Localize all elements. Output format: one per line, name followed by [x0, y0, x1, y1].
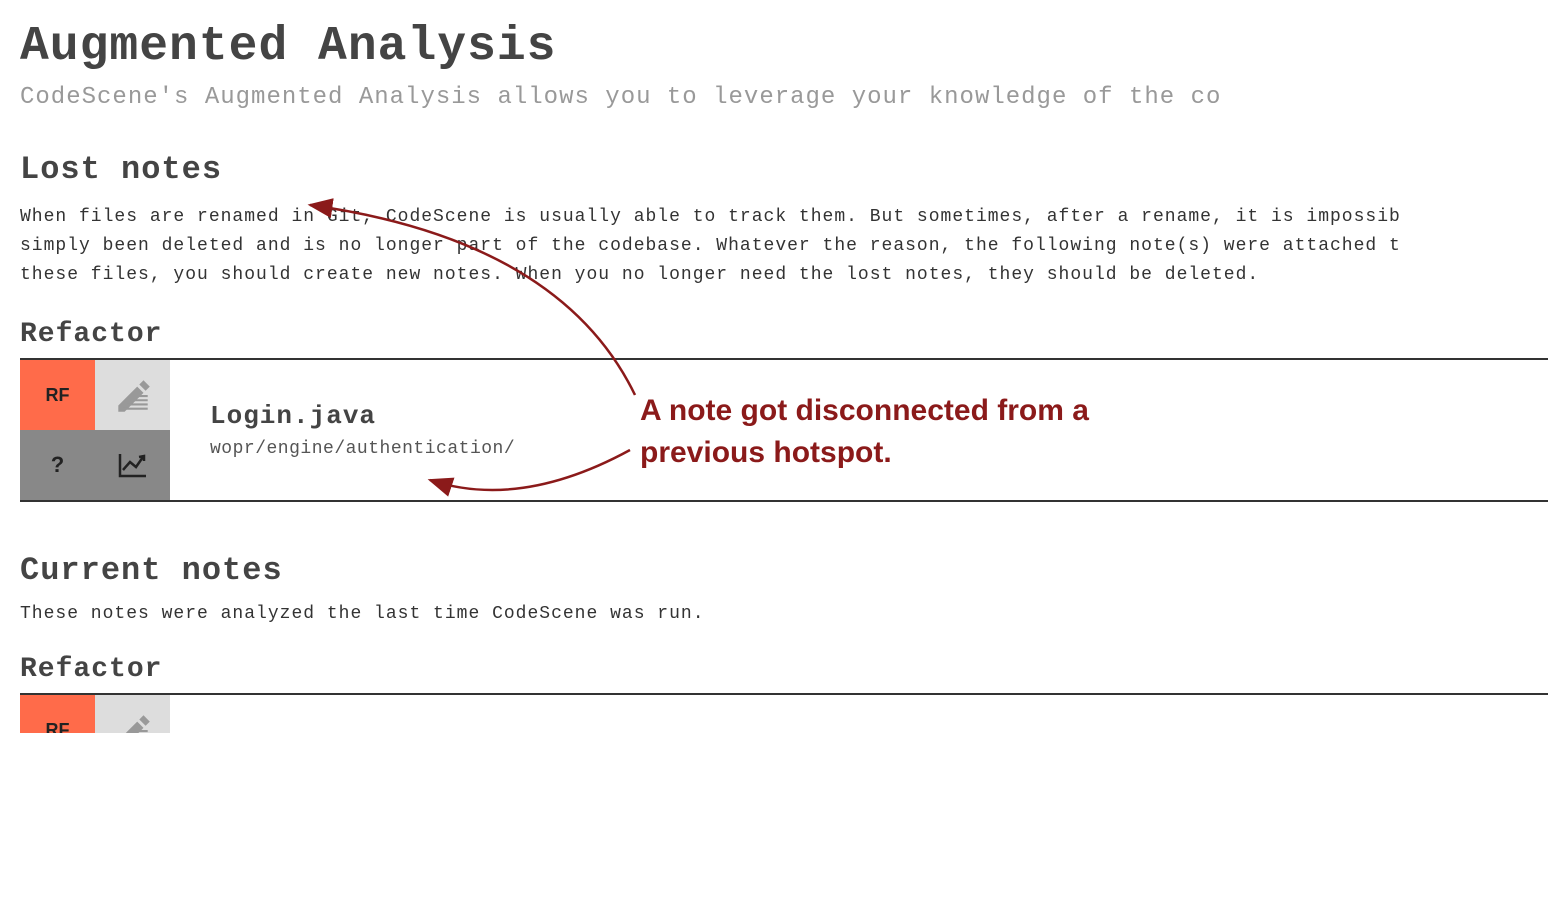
edit-icon — [112, 374, 154, 416]
file-name: Login.java — [210, 401, 515, 431]
file-path: wopr/engine/authentication/ — [210, 439, 515, 459]
page-subtitle: CodeScene's Augmented Analysis allows yo… — [20, 84, 1548, 111]
edit-button[interactable] — [95, 695, 170, 733]
help-button[interactable]: ? — [20, 430, 95, 500]
description-line: When files are renamed in Git, CodeScene… — [20, 207, 1401, 227]
rf-badge[interactable]: RF — [20, 695, 95, 733]
note-icons-grid: RF — [20, 695, 170, 733]
lost-notes-description: When files are renamed in Git, CodeScene… — [20, 203, 1548, 289]
lost-note-card: RF ? Login.java wopr/engine/authenticati… — [20, 358, 1548, 502]
lost-notes-heading: Lost notes — [20, 151, 1548, 188]
current-notes-heading: Current notes — [20, 552, 1548, 589]
edit-button[interactable] — [95, 360, 170, 430]
chart-button[interactable] — [95, 430, 170, 500]
refactor-subheading: Refactor — [20, 319, 1548, 350]
chart-icon — [118, 452, 148, 478]
edit-icon — [112, 709, 154, 733]
note-info: Login.java wopr/engine/authentication/ — [170, 360, 555, 500]
description-line: these files, you should create new notes… — [20, 265, 1259, 285]
note-icons-grid: RF ? — [20, 360, 170, 500]
current-notes-description: These notes were analyzed the last time … — [20, 604, 1548, 624]
current-note-card-partial: RF — [20, 693, 1548, 733]
current-refactor-subheading: Refactor — [20, 654, 1548, 685]
rf-badge[interactable]: RF — [20, 360, 95, 430]
page-title: Augmented Analysis — [20, 20, 1548, 74]
description-line: simply been deleted and is no longer par… — [20, 236, 1401, 256]
